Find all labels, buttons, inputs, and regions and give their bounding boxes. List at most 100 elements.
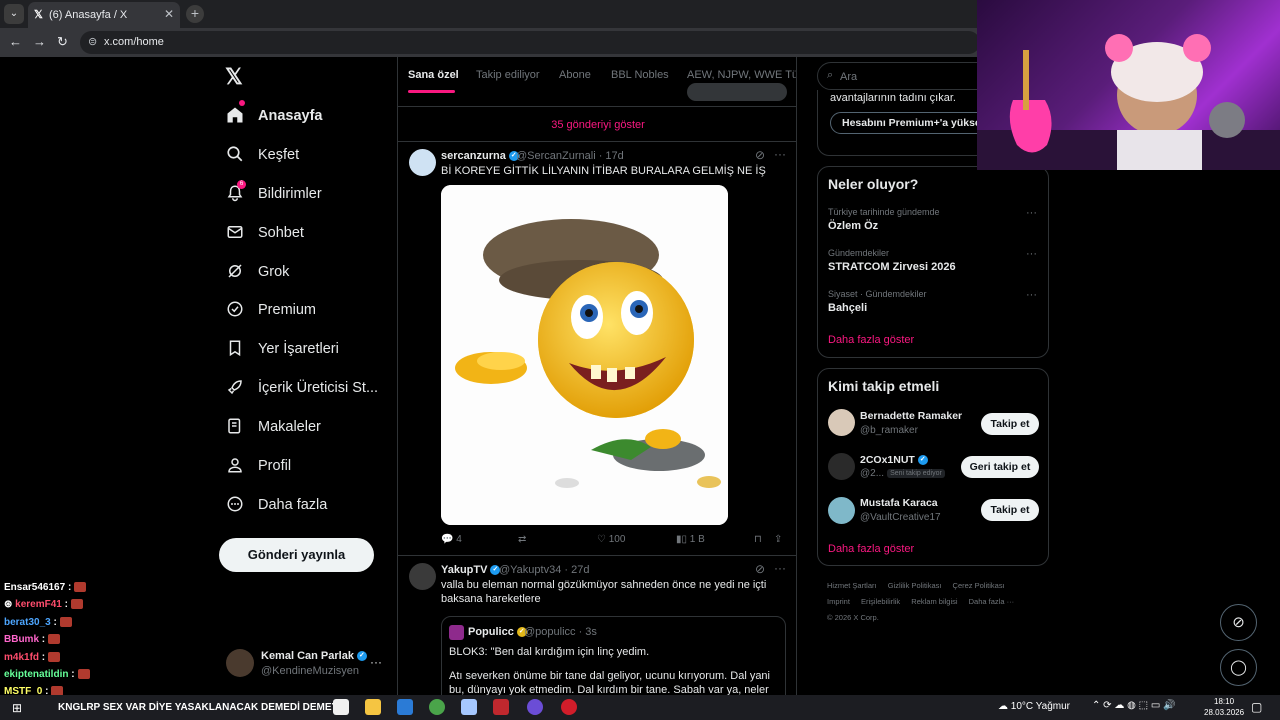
- tab-search-icon[interactable]: ⌄: [4, 4, 24, 24]
- tab-bbl-nobles[interactable]: BBL Nobles: [611, 69, 669, 81]
- footer-ads-info[interactable]: Reklam bilgisi: [911, 597, 957, 606]
- tweet[interactable]: sercanzurna ✓ @SercanZurnali · 17d ⊘ ··· …: [398, 143, 796, 556]
- trend-more-icon[interactable]: ···: [1026, 207, 1037, 219]
- footer-imprint[interactable]: Imprint: [827, 597, 850, 606]
- nav-more[interactable]: Daha fazla: [226, 493, 327, 517]
- trend-item[interactable]: Bahçeli: [828, 302, 867, 314]
- reply-button[interactable]: 💬 4: [441, 534, 462, 545]
- tab-title: (6) Anasayfa / X: [49, 9, 128, 21]
- notification-center-icon[interactable]: ▢: [1251, 700, 1262, 714]
- views-button[interactable]: ▮▯ 1 B: [676, 534, 705, 545]
- nav-articles[interactable]: Makaleler: [226, 415, 321, 439]
- grok-float-button[interactable]: ⊘: [1220, 604, 1257, 641]
- retweet-icon[interactable]: ⇄: [518, 534, 526, 545]
- bookmark-icon[interactable]: ⊓: [754, 534, 762, 545]
- tweet-avatar[interactable]: [409, 149, 436, 176]
- clock[interactable]: 18:10 28.03.2026: [1204, 696, 1244, 718]
- trends-show-more[interactable]: Daha fazla göster: [828, 334, 914, 346]
- search-icon: [226, 145, 246, 165]
- nav-bookmarks[interactable]: Yer İşaretleri: [226, 337, 339, 361]
- outlook-icon[interactable]: [397, 699, 413, 715]
- footer-privacy[interactable]: Gizlilik Politikası: [888, 581, 942, 590]
- follow-avatar[interactable]: [828, 497, 855, 524]
- taskbar-app-icon[interactable]: [461, 699, 477, 715]
- obs-icon[interactable]: [561, 699, 577, 715]
- follow-handle: @b_ramaker: [860, 425, 918, 436]
- footer-more[interactable]: Daha fazla ···: [969, 597, 1014, 606]
- trend-item[interactable]: STRATCOM Zirvesi 2026: [828, 261, 956, 273]
- share-icon[interactable]: ⇪: [774, 534, 782, 545]
- grok-explain-icon[interactable]: ⊘: [755, 148, 765, 162]
- tab-following[interactable]: Takip ediliyor: [476, 69, 540, 81]
- tab-aew-njpw-wwe[interactable]: AEW, NJPW, WWE Türki: [687, 69, 796, 81]
- search-icon: ⌕: [827, 69, 834, 81]
- follow-back-button[interactable]: Geri takip et: [961, 456, 1039, 478]
- nav-grok-label: Grok: [258, 264, 290, 280]
- follow-name[interactable]: Bernadette Ramaker: [860, 410, 962, 422]
- taskbar-app-icon[interactable]: [527, 699, 543, 715]
- x-logo-icon[interactable]: 𝕏: [225, 64, 243, 90]
- grok-explain-icon[interactable]: ⊘: [755, 562, 765, 576]
- emoji-beggar-image: [441, 185, 728, 525]
- browser-tab[interactable]: 𝕏 (6) Anasayfa / X ✕: [28, 2, 180, 28]
- nav-premium[interactable]: Premium: [226, 298, 316, 322]
- weather-widget[interactable]: ☁ 10°C Yağmur: [998, 701, 1070, 712]
- tab-subscribed[interactable]: Abone: [559, 69, 591, 81]
- follow-name[interactable]: Mustafa Karaca: [860, 497, 938, 509]
- tab-for-you[interactable]: Sana özel: [408, 69, 459, 81]
- nav-home-label: Anasayfa: [258, 108, 323, 124]
- site-info-icon[interactable]: ⊜: [88, 35, 97, 48]
- system-tray[interactable]: ⌃ ⟳ ☁ ◍ ⬚ ▭ 🔊: [1092, 700, 1176, 711]
- footer-accessibility[interactable]: Erişilebilirlik: [861, 597, 900, 606]
- follow-avatar[interactable]: [828, 409, 855, 436]
- account-more-icon[interactable]: ···: [370, 655, 382, 669]
- follow-name[interactable]: 2COx1NUT ✓: [860, 454, 928, 466]
- nav-creator-studio[interactable]: İçerik Üreticisi St...: [226, 376, 378, 400]
- tweet-more-icon[interactable]: ···: [774, 147, 786, 161]
- tab-close-icon[interactable]: ✕: [164, 7, 174, 21]
- forward-button[interactable]: →: [33, 34, 46, 49]
- windows-start-icon[interactable]: ⊞: [12, 701, 22, 715]
- back-button[interactable]: ←: [9, 34, 22, 49]
- reload-button[interactable]: ↻: [57, 34, 68, 50]
- quoted-tweet[interactable]: Populicc ✓ @populicc · 3s BLOK3: "Ben dal…: [441, 616, 786, 710]
- tweet-author[interactable]: YakupTV ✓: [441, 564, 501, 576]
- account-name[interactable]: Kemal Can Parlak ✓: [261, 650, 367, 662]
- tweet-avatar[interactable]: [409, 563, 436, 590]
- taskbar-app-icon[interactable]: [333, 699, 349, 715]
- follow-button[interactable]: Takip et: [981, 413, 1039, 435]
- tweet-author[interactable]: sercanzurna ✓: [441, 150, 519, 162]
- who-to-follow-show-more[interactable]: Daha fazla göster: [828, 543, 914, 555]
- post-button[interactable]: Gönderi yayınla: [219, 538, 374, 572]
- tweet-image[interactable]: [441, 185, 728, 525]
- follow-avatar[interactable]: [828, 453, 855, 480]
- follow-button[interactable]: Takip et: [981, 499, 1039, 521]
- nav-notifications[interactable]: 6 Bildirimler: [226, 180, 322, 206]
- footer-cookies[interactable]: Çerez Politikası: [953, 581, 1005, 590]
- trend-item[interactable]: Özlem Öz: [828, 220, 878, 232]
- url-bar[interactable]: ⊜ x.com/home: [80, 31, 980, 54]
- nav-explore[interactable]: Keşfet: [226, 143, 299, 167]
- like-button[interactable]: ♡ 100: [597, 534, 625, 545]
- footer-terms[interactable]: Hizmet Şartları: [827, 581, 877, 590]
- who-to-follow-card: Kimi takip etmeli Bernadette Ramaker @b_…: [817, 368, 1049, 566]
- show-new-posts[interactable]: 35 gönderiyi göster: [398, 108, 796, 142]
- nav-grok[interactable]: Grok: [226, 260, 289, 284]
- new-posts-pill[interactable]: [687, 83, 787, 101]
- taskbar-app-icon[interactable]: [493, 699, 509, 715]
- messages-float-button[interactable]: ◯: [1220, 649, 1257, 686]
- tweet-more-icon[interactable]: ···: [774, 561, 786, 575]
- file-explorer-icon[interactable]: [365, 699, 381, 715]
- premium-upgrade-button[interactable]: Hesabını Premium+'a yükselt: [830, 112, 990, 134]
- follows-you-badge: Seni takip ediyor: [887, 468, 945, 478]
- nav-profile[interactable]: Profil: [226, 454, 291, 478]
- nav-chat[interactable]: Sohbet: [226, 221, 304, 245]
- windows-taskbar: ⊞ KNGLRP SEX VAR DİYE YASAKLANACAK DEMED…: [0, 695, 1280, 720]
- account-avatar[interactable]: [226, 649, 254, 677]
- trend-more-icon[interactable]: ···: [1026, 289, 1037, 301]
- chrome-icon[interactable]: [429, 699, 445, 715]
- trend-more-icon[interactable]: ···: [1026, 248, 1037, 260]
- new-tab-button[interactable]: +: [186, 5, 204, 23]
- nav-home[interactable]: Anasayfa: [226, 100, 323, 128]
- search-placeholder: Ara: [840, 71, 858, 83]
